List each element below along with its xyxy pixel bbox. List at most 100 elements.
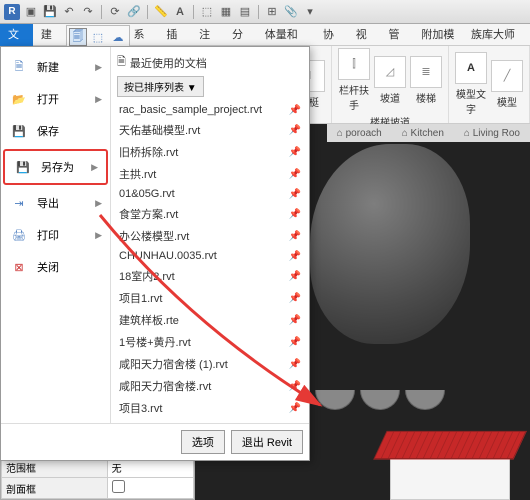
pin-icon[interactable]: 📌 [289,381,301,392]
pin-icon[interactable]: 📌 [289,125,301,136]
sort-button[interactable]: 按已排序列表 ▼ [117,76,204,97]
recent-item[interactable]: 主拱.rvt📌 [117,163,303,185]
tab-annotate[interactable]: 注释 [191,24,224,46]
pin-icon[interactable]: 📌 [289,209,301,220]
recent-filename: 项目3.rvt [119,400,162,416]
recent-places-icon[interactable]: ⬚ [89,28,107,46]
tab-analyze[interactable]: 分析 [224,24,257,46]
qat-undo-icon[interactable]: ↶ [61,4,77,20]
pin-icon[interactable]: 📌 [289,271,301,282]
recent-filename: 建筑样板.rte [119,312,179,328]
close-file-icon: ⊠ [9,257,29,277]
file-close[interactable]: ⊠关闭 [1,251,110,283]
railing-icon[interactable]: ⫿ [338,48,370,80]
tab-file[interactable]: 文件 [0,24,33,46]
file-menu: 🗎新建▶ 📂打开▶ 💾保存 💾另存为▶ ⇥导出▶ 🖨打印▶ ⊠关闭 🗎最近使用的… [0,46,310,461]
qat-redo-icon[interactable]: ↷ [80,4,96,20]
qat-sync-icon[interactable]: ⟳ [107,4,123,20]
qat-open-icon[interactable]: ▣ [23,4,39,20]
tab-addins[interactable]: 附加模块 [413,24,463,46]
pin-icon[interactable]: 📌 [289,293,301,304]
recent-item[interactable]: 18室内2.rvt 📌 [117,265,303,287]
scene-house [350,420,530,500]
ribbon-group-circulation: ⫿栏杆扶手 ◿坡道 ≣楼梯 楼梯坡道 [332,46,449,123]
bim360-icon[interactable]: ☁ [109,28,127,46]
exit-button[interactable]: 退出 Revit [231,430,303,454]
recent-item[interactable]: CHUNHAU.0035.rvt📌 [117,247,303,265]
qat-3d-icon[interactable]: ⬚ [199,4,215,20]
property-label: 剖面框 [2,478,108,499]
recent-item[interactable]: 旧桥拆除.rvt 📌 [117,141,303,163]
tab-system[interactable]: 系统 [125,24,158,46]
model-text-icon[interactable]: A [455,52,487,84]
recent-filename: 食堂方案.rvt [119,206,178,222]
model-line-icon[interactable]: ╱ [491,60,523,92]
recent-item[interactable]: 1号楼+黄丹.rvt📌 [117,331,303,353]
recent-item[interactable]: 01&05G.rvt 📌 [117,185,303,203]
file-save-as[interactable]: 💾另存为▶ [3,149,108,185]
file-export[interactable]: ⇥导出▶ [1,187,110,219]
qat-section-icon[interactable]: ▦ [218,4,234,20]
property-value[interactable]: 无 [112,464,122,475]
qat-save-icon[interactable]: 💾 [42,4,58,20]
folder-open-icon: 📂 [9,89,29,109]
pin-icon[interactable]: 📌 [289,147,301,158]
recent-filename: 18室内2.rvt [119,268,175,284]
tab-family[interactable]: 族库大师V4.4 [463,24,530,46]
property-checkbox[interactable] [112,480,125,493]
recent-item[interactable]: 项目3.rvt 📌 [117,397,303,419]
chevron-right-icon: ▶ [91,162,98,173]
titlebar: R ▣ 💾 ↶ ↷ ⟳ 🔗 📏 A ⬚ ▦ ▤ ⊞ 📎 ▾ [0,0,530,24]
chevron-right-icon: ▶ [95,230,102,241]
print-icon: 🖨 [9,225,29,245]
recent-docs-icon[interactable]: 🗐 [69,28,87,46]
pin-icon[interactable]: 📌 [289,315,301,326]
recent-item[interactable]: 食堂方案.rvt 📌 [117,203,303,225]
qat-link-icon[interactable]: 🔗 [126,4,142,20]
pin-icon[interactable]: 📌 [289,251,301,262]
qat-clip-icon[interactable]: 📎 [283,4,299,20]
recent-item[interactable]: 办公楼模型.rvt📌 [117,225,303,247]
tab-collab[interactable]: 协作 [315,24,348,46]
pin-icon[interactable]: 📌 [289,189,301,200]
chevron-right-icon: ▶ [95,198,102,209]
qat-text-icon[interactable]: A [172,4,188,20]
ramp-icon[interactable]: ◿ [374,56,406,88]
save-icon: 💾 [9,121,29,141]
file-open[interactable]: 📂打开▶ [1,83,110,115]
file-new[interactable]: 🗎新建▶ [1,51,110,83]
tab-massing[interactable]: 体量和场地 [257,24,315,46]
recent-item[interactable]: 项目1.rvt📌 [117,287,303,309]
recent-item[interactable]: 咸阳天力宿舍楼 (1).rvt📌 [117,353,303,375]
pin-icon[interactable]: 📌 [289,359,301,370]
recent-filename: 旧桥拆除.rvt [119,144,178,160]
pin-icon[interactable]: 📌 [289,105,301,116]
options-button[interactable]: 选项 [181,430,225,454]
recent-filename: 天佑基础模型.rvt [119,122,200,138]
chevron-right-icon: ▶ [95,62,102,73]
tab-arch[interactable]: 建筑 [33,24,66,46]
qat-dropdown-icon[interactable]: ▾ [302,4,318,20]
recent-item[interactable]: rac_basic_sample_project.rvt📌 [117,101,303,119]
recent-item[interactable]: 天佑基础模型.rvt 📌 [117,119,303,141]
recent-filename: 01&05G.rvt [119,188,175,200]
recent-item[interactable]: 建筑样板.rte 📌 [117,309,303,331]
qat-plan-icon[interactable]: ▤ [237,4,253,20]
tab-view[interactable]: 视图 [348,24,381,46]
chevron-right-icon: ▶ [95,94,102,105]
tab-insert[interactable]: 插入 [158,24,191,46]
qat-window-icon[interactable]: ⊞ [264,4,280,20]
pin-icon[interactable]: 📌 [289,169,301,180]
file-save[interactable]: 💾保存 [1,115,110,147]
file-print[interactable]: 🖨打印▶ [1,219,110,251]
pin-icon[interactable]: 📌 [289,231,301,242]
qat-measure-icon[interactable]: 📏 [153,4,169,20]
pin-icon[interactable]: 📌 [289,403,301,414]
recent-item[interactable]: 咸阳天力宿舍楼.rvt📌 [117,375,303,397]
pin-icon[interactable]: 📌 [289,337,301,348]
stair-icon[interactable]: ≣ [410,56,442,88]
document-icon: 🗎 [117,53,126,72]
file-menu-left: 🗎新建▶ 📂打开▶ 💾保存 💾另存为▶ ⇥导出▶ 🖨打印▶ ⊠关闭 [1,47,111,423]
file-menu-recent: 🗎最近使用的文档 按已排序列表 ▼ rac_basic_sample_proje… [111,47,309,423]
tab-manage[interactable]: 管理 [381,24,414,46]
